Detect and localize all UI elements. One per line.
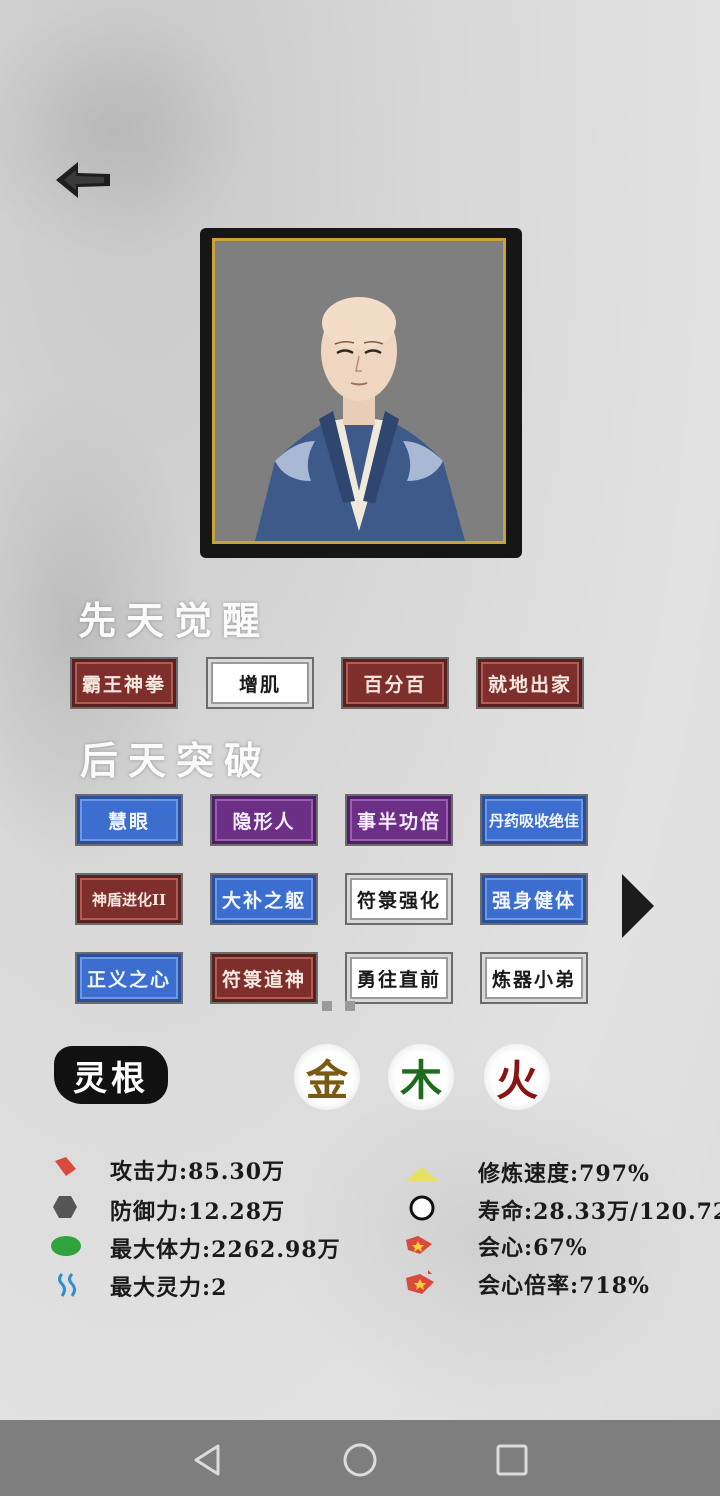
crit-multiplier-stat: 会心倍率:718% <box>478 1273 650 1299</box>
acquired-breakthrough-title: 后天突破 <box>80 738 273 783</box>
page-indicator-dot-2[interactable] <box>345 1001 355 1011</box>
acquired-tag-1-label: 慧眼 <box>107 810 150 833</box>
innate-tag-3[interactable]: 百分百 <box>341 657 449 709</box>
nav-recent-icon[interactable] <box>492 1440 532 1480</box>
defense-icon <box>52 1194 78 1220</box>
lifespan-icon <box>408 1194 436 1222</box>
defense-stat: 防御力:12.28万 <box>110 1199 286 1225</box>
crit-icon <box>402 1232 436 1258</box>
acquired-tag-1[interactable]: 慧眼 <box>75 794 183 846</box>
spirit-root-badge: 灵根 <box>54 1046 168 1104</box>
acquired-tag-7[interactable]: 符箓强化 <box>345 873 453 925</box>
next-page-triangle-icon[interactable] <box>622 874 654 938</box>
acquired-tag-3[interactable]: 事半功倍 <box>345 794 453 846</box>
character-portrait-frame <box>200 228 522 558</box>
element-metal-icon: 金 <box>294 1044 360 1110</box>
acquired-tag-6-label: 大补之躯 <box>221 889 306 912</box>
innate-tag-1-label: 霸王神拳 <box>81 673 166 696</box>
spirit-icon <box>54 1272 80 1298</box>
lifespan-stat: 寿命:28.33万/120.72万 <box>478 1199 720 1225</box>
crit-stat: 会心:67% <box>478 1235 588 1261</box>
back-arrow-icon[interactable] <box>54 160 114 200</box>
acquired-tag-5-label: 神盾进化II <box>91 890 167 909</box>
innate-tag-1[interactable]: 霸王神拳 <box>70 657 178 709</box>
innate-tag-4[interactable]: 就地出家 <box>476 657 584 709</box>
nav-back-icon[interactable] <box>188 1440 228 1480</box>
acquired-tag-5[interactable]: 神盾进化II <box>75 873 183 925</box>
innate-tag-3-label: 百分百 <box>363 673 427 696</box>
acquired-tag-8-label: 强身健体 <box>491 889 576 912</box>
character-portrait <box>212 238 506 544</box>
acquired-tag-12-label: 炼器小弟 <box>491 968 576 991</box>
page-indicator-dot-1[interactable] <box>322 1001 332 1011</box>
acquired-tag-11-label: 勇往直前 <box>356 968 441 991</box>
cultivation-speed-stat: 修炼速度:797% <box>478 1161 650 1187</box>
acquired-tag-11[interactable]: 勇往直前 <box>345 952 453 1004</box>
innate-tag-2[interactable]: 增肌 <box>206 657 314 709</box>
crit-multiplier-icon <box>402 1268 438 1298</box>
acquired-tag-9-label: 正义之心 <box>86 968 171 991</box>
acquired-tag-3-label: 事半功倍 <box>356 810 441 833</box>
max-hp-stat: 最大体力:2262.98万 <box>110 1237 341 1263</box>
acquired-tag-9[interactable]: 正义之心 <box>75 952 183 1004</box>
system-navigation-bar <box>0 1420 720 1496</box>
element-wood-label: 木 <box>399 1055 442 1105</box>
element-metal-label: 金 <box>305 1055 348 1105</box>
acquired-tag-2[interactable]: 隐形人 <box>210 794 318 846</box>
attack-icon <box>52 1154 78 1180</box>
max-spirit-stat: 最大灵力:2 <box>110 1275 228 1301</box>
innate-tag-4-label: 就地出家 <box>487 673 572 696</box>
element-fire-icon: 火 <box>484 1044 550 1110</box>
acquired-tag-4[interactable]: 丹药吸收绝佳 <box>480 794 588 846</box>
element-fire-label: 火 <box>495 1055 538 1105</box>
innate-awakening-title: 先天觉醒 <box>78 598 271 643</box>
cultivation-speed-icon <box>404 1160 440 1186</box>
acquired-tag-10[interactable]: 符箓道神 <box>210 952 318 1004</box>
acquired-tag-6[interactable]: 大补之躯 <box>210 873 318 925</box>
acquired-tag-10-label: 符箓道神 <box>221 968 306 991</box>
element-wood-icon: 木 <box>388 1044 454 1110</box>
innate-tag-2-label: 增肌 <box>238 673 281 696</box>
hp-icon <box>50 1233 82 1259</box>
nav-home-icon[interactable] <box>340 1440 380 1480</box>
acquired-tag-4-label: 丹药吸收绝佳 <box>488 811 579 830</box>
acquired-tag-12[interactable]: 炼器小弟 <box>480 952 588 1004</box>
acquired-tag-7-label: 符箓强化 <box>356 889 441 912</box>
acquired-tag-8[interactable]: 强身健体 <box>480 873 588 925</box>
attack-stat: 攻击力:85.30万 <box>110 1159 286 1185</box>
acquired-tag-2-label: 隐形人 <box>232 810 296 833</box>
